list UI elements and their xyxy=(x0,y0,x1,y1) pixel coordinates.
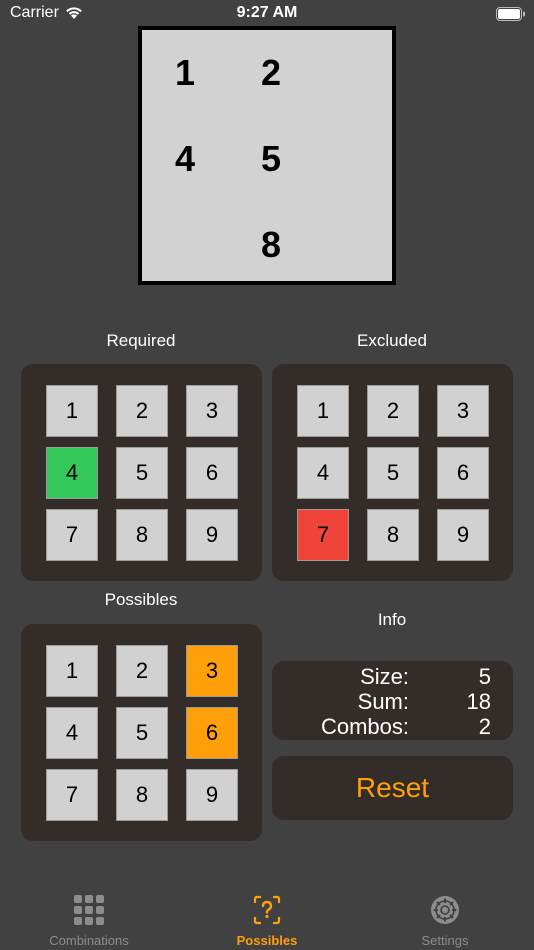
required-key-3[interactable]: 3 xyxy=(186,385,238,437)
clock: 9:27 AM xyxy=(236,4,298,21)
tab-possibles[interactable]: Possibles xyxy=(178,885,356,950)
info-size-row: Size: 5 xyxy=(272,664,513,690)
info-sum-row: Sum: 18 xyxy=(272,689,513,715)
possibles-key-1[interactable]: 1 xyxy=(46,645,98,697)
question-icon xyxy=(253,895,281,925)
possibles-key-6[interactable]: 6 xyxy=(186,707,238,759)
reset-button[interactable]: Reset xyxy=(272,756,513,820)
combos-value: 2 xyxy=(478,714,491,739)
info-combos-row: Combos: 2 xyxy=(272,714,513,740)
size-value: 5 xyxy=(478,664,491,689)
possibles-label: Possibles xyxy=(104,590,178,609)
required-key-7[interactable]: 7 xyxy=(46,509,98,561)
tab-combinations[interactable]: Combinations xyxy=(0,885,178,950)
possibles-key-7[interactable]: 7 xyxy=(46,769,98,821)
possibles-key-8[interactable]: 8 xyxy=(116,769,168,821)
size-label: Size: xyxy=(360,664,409,689)
possibles-key-2[interactable]: 2 xyxy=(116,645,168,697)
excluded-label: Excluded xyxy=(357,331,427,350)
info-label: Info xyxy=(377,610,407,629)
tab-bar: Combinations Possibles Settings xyxy=(0,885,534,950)
required-key-9[interactable]: 9 xyxy=(186,509,238,561)
excluded-key-8[interactable]: 8 xyxy=(367,509,419,561)
possibles-key-4[interactable]: 4 xyxy=(46,707,98,759)
tab-settings[interactable]: Settings xyxy=(356,885,534,950)
display-number: 8 xyxy=(260,224,282,265)
excluded-key-3[interactable]: 3 xyxy=(437,385,489,437)
required-key-5[interactable]: 5 xyxy=(116,447,168,499)
possibles-key-3[interactable]: 3 xyxy=(186,645,238,697)
required-key-2[interactable]: 2 xyxy=(116,385,168,437)
excluded-key-6[interactable]: 6 xyxy=(437,447,489,499)
excluded-key-9[interactable]: 9 xyxy=(437,509,489,561)
required-key-6[interactable]: 6 xyxy=(186,447,238,499)
tab-combinations-label: Combinations xyxy=(49,933,129,948)
display-number: 4 xyxy=(174,138,196,179)
tab-possibles-label: Possibles xyxy=(236,933,298,948)
possibles-key-9[interactable]: 9 xyxy=(186,769,238,821)
required-key-1[interactable]: 1 xyxy=(46,385,98,437)
required-panel: 123 456 789 xyxy=(21,364,262,581)
display-number: 1 xyxy=(174,52,196,93)
required-label: Required xyxy=(106,331,176,350)
tab-settings-label: Settings xyxy=(421,933,469,948)
excluded-key-2[interactable]: 2 xyxy=(367,385,419,437)
grid-icon xyxy=(74,895,104,925)
possibles-key-5[interactable]: 5 xyxy=(116,707,168,759)
display-number: 2 xyxy=(260,52,282,93)
excluded-key-4[interactable]: 4 xyxy=(297,447,349,499)
required-key-4[interactable]: 4 xyxy=(46,447,98,499)
status-bar: Carrier 9:27 AM xyxy=(0,0,534,28)
display-number: 5 xyxy=(260,138,282,179)
sum-label: Sum: xyxy=(357,689,409,714)
info-panel: Size: 5 Sum: 18 Combos: 2 xyxy=(272,661,513,740)
combination-display: 1 2 4 5 8 xyxy=(138,26,396,285)
excluded-key-1[interactable]: 1 xyxy=(297,385,349,437)
possibles-panel: 123 456 789 xyxy=(21,624,262,841)
excluded-key-5[interactable]: 5 xyxy=(367,447,419,499)
required-key-8[interactable]: 8 xyxy=(116,509,168,561)
excluded-panel: 123 456 789 xyxy=(272,364,513,581)
gear-icon xyxy=(431,896,459,924)
sum-value: 18 xyxy=(466,689,491,714)
combos-label: Combos: xyxy=(320,714,409,739)
battery-icon xyxy=(496,7,525,21)
excluded-key-7[interactable]: 7 xyxy=(297,509,349,561)
